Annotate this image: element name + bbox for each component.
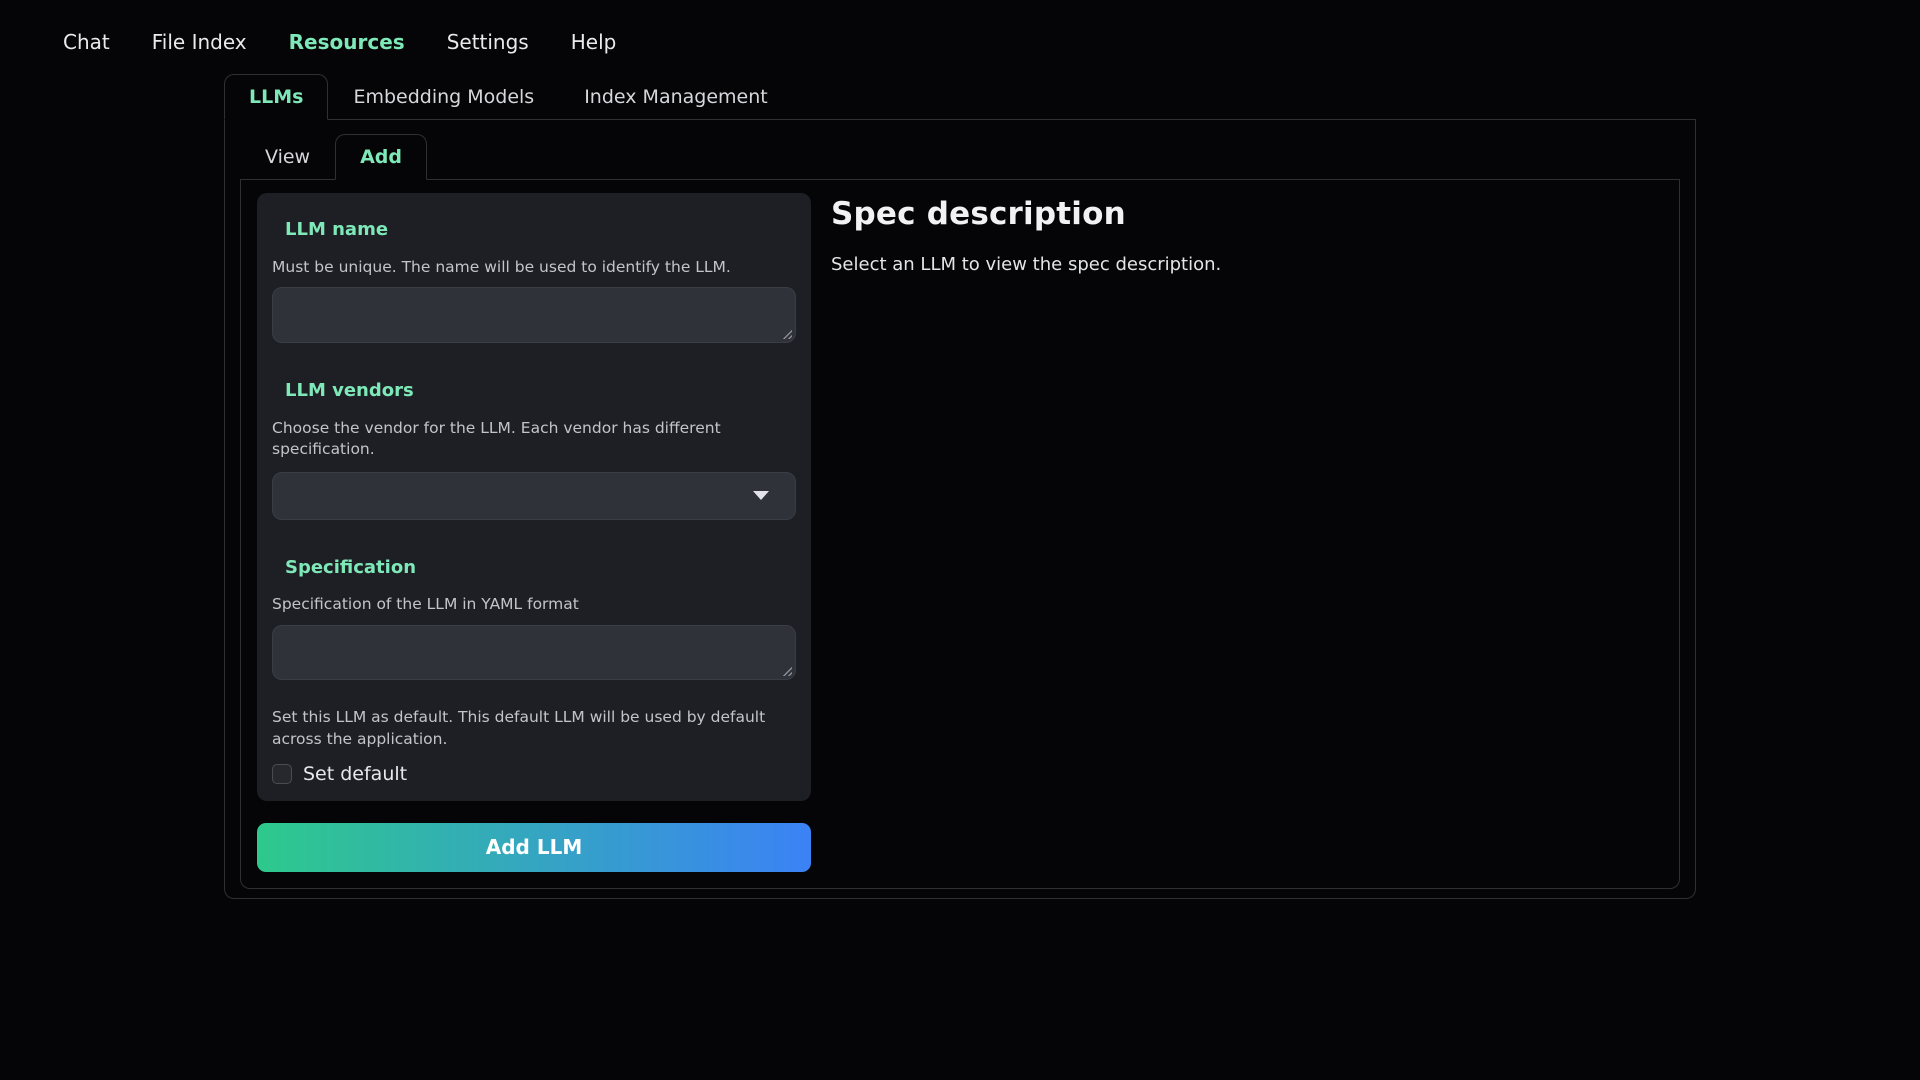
set-default-checkbox[interactable] <box>272 764 292 784</box>
llm-vendors-description: Choose the vendor for the LLM. Each vend… <box>272 418 796 460</box>
add-llm-panel: LLM name Must be unique. The name will b… <box>240 180 1680 889</box>
tab-llms[interactable]: LLMs <box>224 74 328 120</box>
specification-label: Specification <box>285 557 796 580</box>
specification-description: Specification of the LLM in YAML format <box>272 594 796 615</box>
tab-embedding-models[interactable]: Embedding Models <box>328 74 559 119</box>
set-default-label: Set default <box>303 763 407 785</box>
add-llm-form-column: LLM name Must be unique. The name will b… <box>257 193 811 872</box>
spec-description-body: Select an LLM to view the spec descripti… <box>831 254 1663 275</box>
specification-input-wrap <box>272 625 796 680</box>
add-llm-form-card: LLM name Must be unique. The name will b… <box>257 193 811 801</box>
resources-tab-group: LLMs Embedding Models Index Management V… <box>224 74 1696 899</box>
llms-subtabs: View Add <box>240 134 1680 180</box>
spec-description-panel: Spec description Select an LLM to view t… <box>831 193 1663 275</box>
nav-item-file-index[interactable]: File Index <box>131 24 268 60</box>
spec-description-title: Spec description <box>831 196 1663 232</box>
llm-vendors-label: LLM vendors <box>285 380 796 403</box>
dropdown-arrow-icon <box>753 491 769 500</box>
specification-input[interactable] <box>273 626 795 679</box>
nav-item-settings[interactable]: Settings <box>426 24 550 60</box>
nav-item-resources[interactable]: Resources <box>268 24 426 60</box>
nav-item-help[interactable]: Help <box>550 24 638 60</box>
resource-tabs: LLMs Embedding Models Index Management <box>224 74 1696 120</box>
set-default-row[interactable]: Set default <box>272 763 796 785</box>
subtab-view[interactable]: View <box>240 134 335 179</box>
llm-name-label: LLM name <box>285 219 796 242</box>
llms-tab-panel: View Add LLM name Must be unique. The na… <box>224 120 1696 899</box>
add-llm-button[interactable]: Add LLM <box>257 823 811 872</box>
llm-name-description: Must be unique. The name will be used to… <box>272 257 796 278</box>
llm-vendors-dropdown[interactable] <box>272 472 796 520</box>
top-navigation: Chat File Index Resources Settings Help <box>0 0 1920 74</box>
llm-name-input[interactable] <box>273 288 795 342</box>
set-default-description: Set this LLM as default. This default LL… <box>272 707 796 750</box>
subtab-add[interactable]: Add <box>335 134 427 180</box>
tab-index-management[interactable]: Index Management <box>559 74 793 119</box>
nav-item-chat[interactable]: Chat <box>42 24 131 60</box>
llm-name-input-wrap <box>272 287 796 343</box>
